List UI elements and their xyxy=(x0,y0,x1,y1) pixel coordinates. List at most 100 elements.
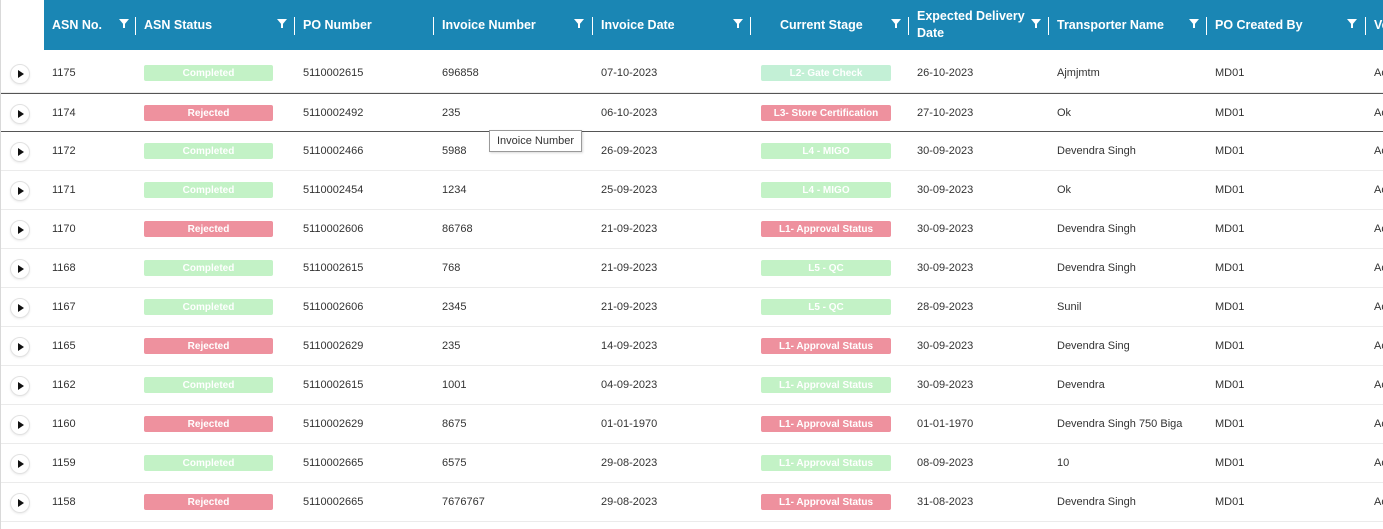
filter-icon[interactable] xyxy=(733,19,743,28)
cell-asn-no: 1174 xyxy=(52,107,76,119)
cell-invoice-number: 235 xyxy=(442,107,461,119)
cell-invoice-date: 21-09-2023 xyxy=(601,301,658,313)
stage-badge: L1- Approval Status xyxy=(761,221,891,237)
table-row[interactable]: 1165 5110002629 235 14-09-2023 30-09-2023 Dev… xyxy=(1,327,1383,366)
stage-badge: L1- Approval Status xyxy=(761,455,891,471)
expand-row-icon[interactable] xyxy=(10,104,30,124)
table-row[interactable]: 1158 5110002665 7676767 29-08-2023 31-08-202… xyxy=(1,483,1383,522)
expand-row-icon[interactable] xyxy=(10,415,30,435)
cell-expected-delivery-date: 30-09-2023 xyxy=(917,262,974,274)
expand-row-icon[interactable] xyxy=(10,64,30,84)
cell-transporter-name: Devendra Singh xyxy=(1057,223,1136,235)
expand-row-icon[interactable] xyxy=(10,376,30,396)
filter-icon[interactable] xyxy=(1031,19,1041,28)
cell-po-created-by: MD01 xyxy=(1215,67,1245,79)
stage-badge: L4 - MIGO xyxy=(761,143,891,159)
expand-row-icon[interactable] xyxy=(10,337,30,357)
table-row[interactable]: 1174 5110002492 235 06-10-2023 27-10-2023 Ok M… xyxy=(1,93,1383,132)
filter-icon[interactable] xyxy=(891,19,901,28)
stage-badge: L5 - QC xyxy=(761,260,891,276)
cell-po-number: 5110002615 xyxy=(303,379,364,391)
cell-expected-delivery-date: 30-09-2023 xyxy=(917,145,974,157)
cell-invoice-date: 04-09-2023 xyxy=(601,379,658,391)
status-badge: Rejected xyxy=(144,416,273,432)
table-row[interactable]: 1167 5110002606 2345 21-09-2023 28-09-2023 Su… xyxy=(1,288,1383,327)
status-badge: Completed xyxy=(144,377,273,393)
cell-asn-no: 1159 xyxy=(52,457,76,469)
stage-badge: L2- Gate Check xyxy=(761,65,891,81)
expand-row-icon[interactable] xyxy=(10,493,30,513)
cell-po-number: 5110002615 xyxy=(303,67,364,79)
status-badge: Completed xyxy=(144,143,273,159)
cell-invoice-number: 7676767 xyxy=(442,496,485,508)
cell-ve: Ac xyxy=(1374,184,1383,196)
column-header-asn-no[interactable]: ASN No. xyxy=(44,0,136,50)
column-header-asn-status[interactable]: ASN Status xyxy=(136,0,295,50)
column-header-expected-delivery-date[interactable]: Expected Delivery Date xyxy=(909,0,1049,50)
filter-icon[interactable] xyxy=(574,19,584,28)
expand-row-icon[interactable] xyxy=(10,298,30,318)
table-row[interactable]: 1175 5110002615 696858 07-10-2023 26-10-2023… xyxy=(1,54,1383,93)
expand-row-icon[interactable] xyxy=(10,181,30,201)
column-label: Invoice Number xyxy=(442,17,536,32)
cell-ve: Ac xyxy=(1374,301,1383,313)
expand-row-icon[interactable] xyxy=(10,259,30,279)
status-badge: Completed xyxy=(144,299,273,315)
filter-icon[interactable] xyxy=(119,19,129,28)
filter-icon[interactable] xyxy=(277,19,287,28)
cell-po-number: 5110002466 xyxy=(303,145,364,157)
status-badge: Rejected xyxy=(144,338,273,354)
cell-po-number: 5110002606 xyxy=(303,301,364,313)
cell-invoice-number: 5988 xyxy=(442,145,467,157)
expand-row-icon[interactable] xyxy=(10,454,30,474)
cell-transporter-name: Devendra Singh xyxy=(1057,496,1136,508)
cell-asn-no: 1158 xyxy=(52,496,76,508)
cell-po-number: 5110002606 xyxy=(303,223,364,235)
cell-transporter-name: Ok xyxy=(1057,184,1072,196)
column-header-po-created-by[interactable]: PO Created By xyxy=(1207,0,1366,50)
cell-po-created-by: MD01 xyxy=(1215,262,1245,274)
column-header-po-number[interactable]: PO Number xyxy=(295,0,434,50)
cell-po-created-by: MD01 xyxy=(1215,223,1245,235)
cell-po-created-by: MD01 xyxy=(1215,107,1245,119)
status-badge: Rejected xyxy=(144,494,273,510)
column-header-invoice-number[interactable]: Invoice Number xyxy=(434,0,593,50)
asn-table: ASN No. ASN Status PO Number Invoice Num… xyxy=(0,0,1383,529)
table-row[interactable]: 1171 5110002454 1234 25-09-2023 30-09-2023 Ok… xyxy=(1,171,1383,210)
column-header-ve[interactable]: Ve xyxy=(1366,0,1383,50)
cell-asn-no: 1167 xyxy=(52,301,76,313)
table-row[interactable]: 1162 5110002615 1001 04-09-2023 30-09-2023 De… xyxy=(1,366,1383,405)
column-header-current-stage[interactable]: Current Stage xyxy=(751,0,909,50)
stage-badge: L1- Approval Status xyxy=(761,338,891,354)
stage-badge: L3- Store Certification xyxy=(761,105,891,121)
cell-transporter-name: Devendra Singh xyxy=(1057,145,1136,157)
column-header-transporter-name[interactable]: Transporter Name xyxy=(1049,0,1207,50)
cell-invoice-date: 21-09-2023 xyxy=(601,262,658,274)
cell-po-created-by: MD01 xyxy=(1215,418,1245,430)
expand-row-icon[interactable] xyxy=(10,142,30,162)
table-row[interactable]: 1168 5110002615 768 21-09-2023 30-09-2023 Dev… xyxy=(1,249,1383,288)
cell-invoice-number: 1234 xyxy=(442,184,467,196)
status-badge: Completed xyxy=(144,455,273,471)
filter-icon[interactable] xyxy=(1189,19,1199,28)
cell-invoice-number: 2345 xyxy=(442,301,467,313)
cell-expected-delivery-date: 08-09-2023 xyxy=(917,457,974,469)
cell-invoice-number: 86768 xyxy=(442,223,473,235)
cell-asn-no: 1160 xyxy=(52,418,76,430)
table-row[interactable]: 1170 5110002606 86768 21-09-2023 30-09-2023 D… xyxy=(1,210,1383,249)
filter-icon[interactable] xyxy=(1347,19,1357,28)
cell-po-number: 5110002629 xyxy=(303,340,364,352)
cell-transporter-name: Devendra Singh 750 Biga xyxy=(1057,418,1183,430)
cell-po-created-by: MD01 xyxy=(1215,184,1245,196)
cell-asn-no: 1171 xyxy=(52,184,76,196)
cell-asn-no: 1162 xyxy=(52,379,76,391)
table-row[interactable]: 1160 5110002629 8675 01-01-1970 01-01-1970 De… xyxy=(1,405,1383,444)
cell-po-number: 5110002492 xyxy=(303,107,364,119)
cell-ve: Ac xyxy=(1374,145,1383,157)
expand-row-icon[interactable] xyxy=(10,220,30,240)
stage-badge: L1- Approval Status xyxy=(761,494,891,510)
cell-ve: Ac xyxy=(1374,457,1383,469)
column-header-invoice-date[interactable]: Invoice Date xyxy=(593,0,751,50)
table-row[interactable]: 1159 5110002665 6575 29-08-2023 08-09-2023 10… xyxy=(1,444,1383,483)
table-row[interactable]: 1172 5110002466 5988 26-09-2023 30-09-2023 De… xyxy=(1,132,1383,171)
